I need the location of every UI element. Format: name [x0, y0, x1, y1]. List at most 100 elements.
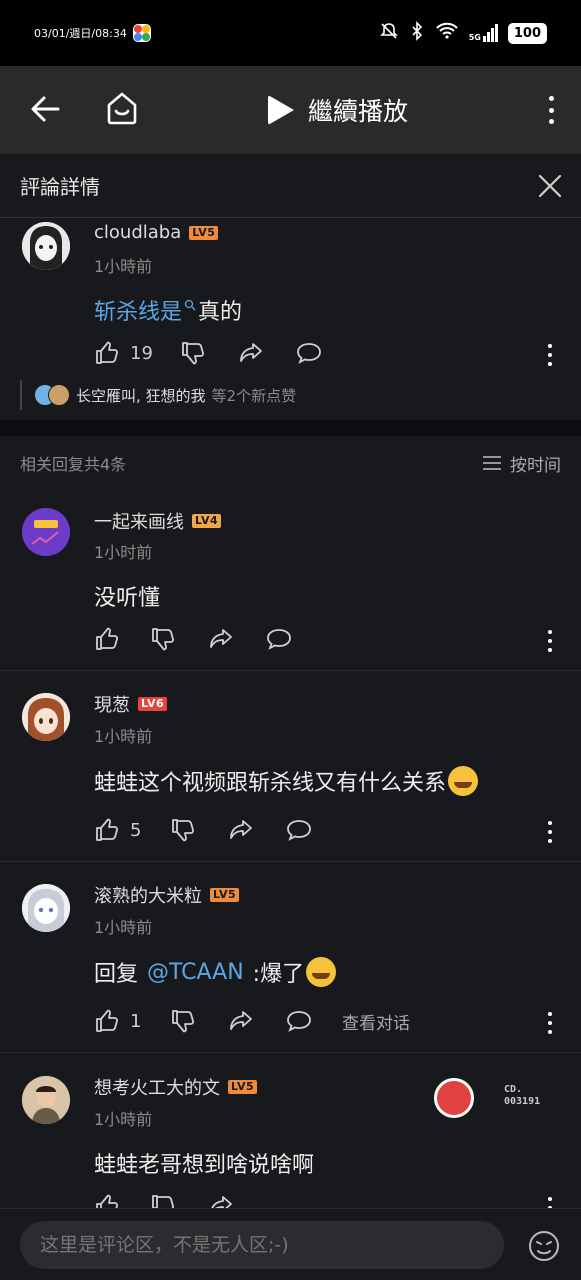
signal-icon: 5G — [469, 24, 498, 42]
avatar[interactable] — [22, 508, 70, 556]
more-options-icon[interactable] — [547, 96, 555, 124]
comment-bubble-icon — [297, 343, 321, 364]
reply-item: 想考火工大的文 LV5 1小時前 蛙蛙老哥想到啥说啥啊 — [0, 1053, 581, 1208]
dislike-button[interactable] — [170, 1008, 228, 1034]
like-button[interactable] — [94, 1193, 150, 1208]
dislike-button[interactable] — [150, 1193, 208, 1208]
username-text: 一起来画线 — [94, 512, 184, 533]
share-icon — [210, 629, 232, 648]
share-icon — [230, 1011, 252, 1030]
close-icon[interactable] — [537, 173, 563, 199]
like-button[interactable]: 5 — [94, 817, 170, 843]
avatar[interactable] — [22, 693, 70, 741]
search-icon — [184, 299, 196, 311]
reply-button[interactable] — [286, 817, 312, 843]
wifi-icon — [435, 21, 459, 45]
reply-text: :爆了 — [245, 962, 305, 987]
dislike-button[interactable] — [180, 340, 238, 366]
thumb-up-icon — [96, 341, 118, 364]
avatar[interactable] — [22, 222, 70, 270]
fan-badge-text-2: 003191 — [504, 1096, 541, 1107]
avatar[interactable] — [22, 884, 70, 932]
username-text: 想考火工大的文 — [94, 1078, 220, 1099]
like-button[interactable]: 1 — [94, 1008, 170, 1034]
comment-time: 1小時前 — [94, 257, 153, 276]
view-conversation-link[interactable]: 查看对话 — [342, 1009, 410, 1034]
sort-icon — [483, 456, 501, 470]
like-button[interactable] — [94, 626, 150, 652]
emoji-icon[interactable] — [527, 1229, 561, 1263]
reply-more-icon[interactable] — [547, 1012, 553, 1034]
fan-badge-emblem[interactable] — [434, 1078, 474, 1118]
laughing-tears-emoji-icon — [448, 766, 479, 796]
reply-prefix: 回复 — [94, 962, 145, 987]
dislike-button[interactable] — [150, 626, 208, 652]
share-button[interactable] — [228, 817, 286, 843]
reply-item: 滚熟的大米粒 LV5 1小時前 回复 @TCAAN :爆了 1 查看对话 — [0, 862, 581, 1052]
share-icon — [230, 820, 252, 839]
reply-username[interactable]: 一起来画线 LV4 — [94, 508, 222, 534]
share-button[interactable] — [208, 626, 266, 652]
dislike-button[interactable] — [170, 817, 228, 843]
continue-play-button[interactable]: 繼續播放 — [268, 92, 408, 128]
liker-avatar — [48, 384, 70, 406]
comment-bubble-icon — [287, 820, 311, 841]
reply-time: 1小時前 — [94, 918, 153, 937]
likers-names: 长空雁叫, 狂想的我 — [76, 386, 206, 405]
reply-button[interactable] — [266, 626, 292, 652]
reply-actions — [94, 1191, 266, 1208]
comment-input-bar — [0, 1208, 581, 1280]
reply-username[interactable]: 想考火工大的文 LV5 — [94, 1074, 258, 1100]
home-icon[interactable] — [104, 90, 140, 126]
mention-link[interactable]: @TCAAN — [147, 960, 244, 985]
reply-button[interactable] — [296, 340, 322, 366]
reply-username[interactable]: 現葱 LV6 — [94, 691, 168, 717]
reply-username[interactable]: 滚熟的大米粒 LV5 — [94, 882, 240, 908]
sort-button[interactable]: 按时间 — [482, 451, 561, 476]
status-icons: 5G 100 — [379, 21, 547, 45]
like-button[interactable]: 19 — [94, 340, 180, 366]
share-icon — [240, 343, 262, 362]
reply-item: 一起来画线 LV4 1小时前 没听懂 — [0, 490, 581, 670]
username-text: 滚熟的大米粒 — [94, 886, 202, 907]
mute-icon — [379, 21, 399, 45]
status-bar: 03/01/週日/08:34 5G 100 — [0, 0, 581, 66]
thumb-down-icon — [152, 628, 174, 651]
battery-indicator: 100 — [507, 22, 547, 44]
like-count: 1 — [130, 1010, 142, 1032]
comment-body: 斩杀线是 真的 — [94, 294, 242, 326]
comment-username[interactable]: cloudlaba LV5 — [94, 222, 219, 243]
reply-more-icon[interactable] — [547, 821, 553, 843]
photos-app-icon — [132, 24, 151, 42]
search-keyword-link[interactable]: 斩杀线是 — [94, 294, 182, 326]
reply-time: 1小時前 — [94, 727, 153, 746]
thumb-up-icon — [96, 818, 118, 841]
share-button[interactable] — [228, 1008, 286, 1034]
fan-badge-text-1: CD. — [504, 1084, 523, 1095]
reply-text: 蛙蛙老哥想到啥说啥啊 — [94, 1153, 315, 1178]
bluetooth-icon — [409, 21, 425, 45]
comment-bubble-icon — [287, 1011, 311, 1032]
continue-play-label: 繼續播放 — [308, 97, 409, 126]
reply-button[interactable] — [286, 1008, 342, 1034]
section-separator — [0, 420, 581, 436]
thumb-down-icon — [152, 1195, 174, 1208]
reply-actions: 1 查看对话 — [94, 1006, 410, 1036]
back-arrow-icon[interactable] — [28, 92, 62, 126]
new-likes-row[interactable]: 长空雁叫, 狂想的我 等2个新点赞 — [20, 380, 296, 410]
replies-header: 相关回复共4条 按时间 — [0, 436, 581, 490]
share-button[interactable] — [208, 1193, 266, 1208]
avatar[interactable] — [22, 1076, 70, 1124]
laughing-tears-emoji-icon — [306, 957, 337, 987]
comment-input[interactable] — [20, 1221, 504, 1269]
share-button[interactable] — [238, 340, 296, 366]
reply-text: 蛙蛙这个视频跟斩杀线又有什么关系 — [94, 771, 447, 796]
fan-badge-number: CD. 003191 — [504, 1084, 540, 1108]
reply-more-icon[interactable] — [547, 630, 553, 652]
comment-more-icon[interactable] — [547, 344, 553, 366]
share-icon — [211, 1196, 232, 1208]
likers-suffix: 等2个新点赞 — [211, 386, 297, 405]
top-app-bar: 繼續播放 — [0, 66, 581, 154]
reply-more-icon[interactable] — [547, 1197, 553, 1208]
level-badge: LV4 — [192, 514, 222, 528]
